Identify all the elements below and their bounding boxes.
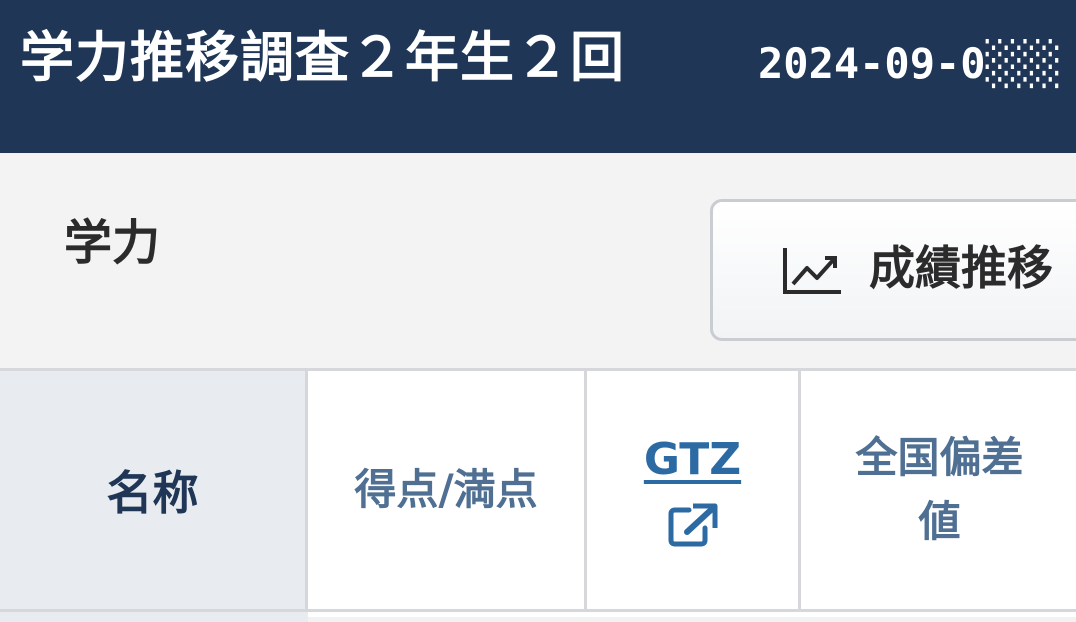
column-header-deviation: 全国偏差値 <box>801 371 1076 609</box>
column-header-score-label: 得点/満点 <box>354 465 538 514</box>
results-table: 名称 得点/満点 GTZ 全国偏差値 <box>0 368 1076 622</box>
gtz-link[interactable]: GTZ <box>644 432 741 488</box>
column-header-name: 名称 <box>0 371 308 609</box>
line-chart-icon <box>783 248 841 294</box>
date-label: 2024-09-0░░░ <box>758 39 1062 88</box>
column-header-name-label: 名称 <box>106 466 199 520</box>
external-link-icon[interactable] <box>667 502 719 548</box>
section-title: 学力 <box>64 215 161 271</box>
column-header-deviation-label: 全国偏差値 <box>855 433 1024 546</box>
column-header-gtz: GTZ <box>587 371 801 609</box>
table-row <box>0 612 308 622</box>
column-header-score: 得点/満点 <box>308 371 587 609</box>
section-header: 学力 成績推移 <box>0 153 1076 368</box>
trend-button-label: 成績推移 <box>869 241 1053 295</box>
page-title: 学力推移調査２年生２回 <box>20 26 625 89</box>
app-header: 学力推移調査２年生２回 2024-09-0░░░ <box>0 0 1076 153</box>
trend-button[interactable]: 成績推移 <box>710 199 1076 341</box>
